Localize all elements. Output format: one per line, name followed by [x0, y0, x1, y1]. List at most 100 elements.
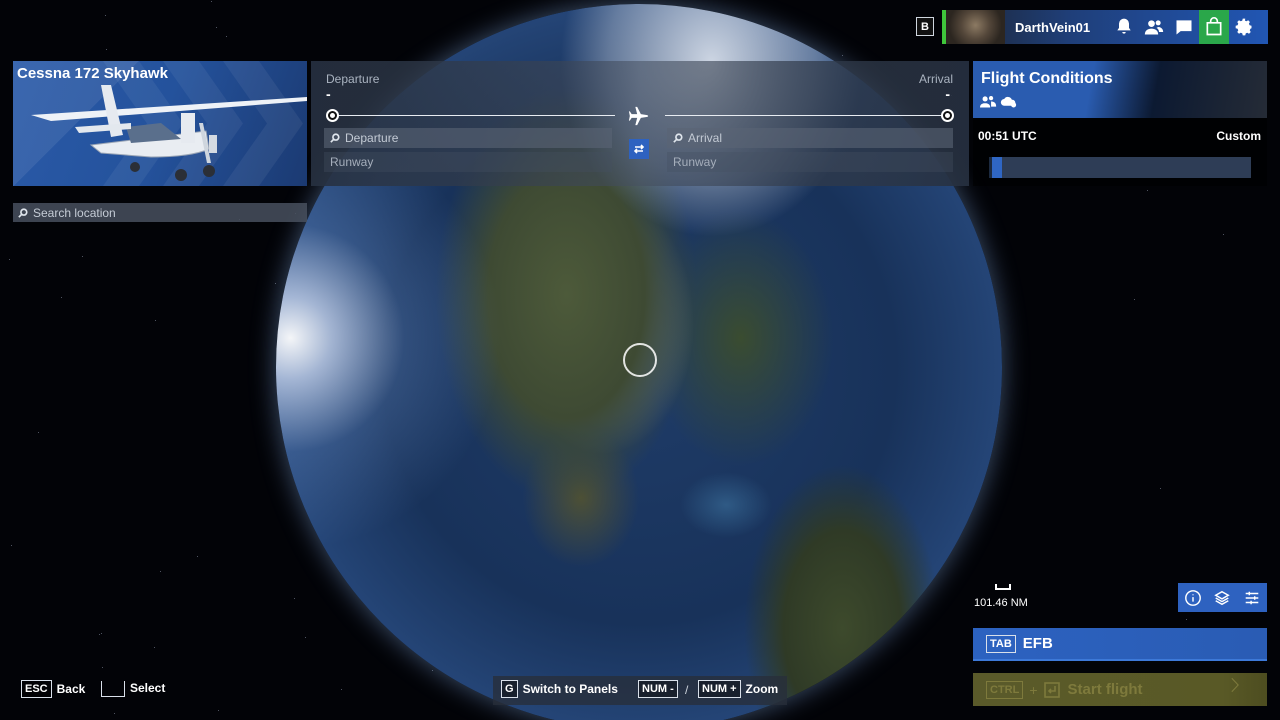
filters-icon[interactable]: [1243, 589, 1261, 607]
back-label: Back: [56, 682, 86, 696]
departure-route-line: [338, 115, 615, 116]
time-slider[interactable]: [989, 157, 1251, 178]
efb-label: EFB: [1022, 635, 1053, 652]
arrival-search-field[interactable]: Arrival: [667, 128, 953, 148]
layers-icon[interactable]: [1213, 589, 1231, 607]
departure-runway-field[interactable]: Runway: [324, 152, 612, 172]
time-slider-fill: [989, 157, 1003, 178]
star: [1160, 488, 1162, 490]
key-combo-plus: +: [1029, 681, 1038, 698]
star: [10, 544, 12, 546]
arrival-code: -: [945, 86, 950, 102]
star: [1186, 619, 1188, 621]
time-of-day-value: 00:51 UTC: [978, 129, 1037, 143]
star: [275, 283, 277, 285]
star: [1134, 299, 1135, 301]
select-label: Select: [130, 681, 166, 695]
map-reticle: [623, 343, 657, 377]
keyboard-enter-icon: [1043, 681, 1060, 698]
star: [1222, 233, 1224, 235]
star: [154, 319, 156, 321]
multiplayer-icon: [980, 95, 997, 108]
star: [841, 55, 843, 57]
b-key-hint: B: [916, 17, 934, 36]
swap-airports-button[interactable]: [629, 139, 649, 159]
departure-runway-placeholder: Runway: [330, 155, 374, 169]
efb-button[interactable]: TAB EFB: [973, 628, 1267, 661]
arrival-marker: [941, 109, 954, 122]
search-location-input[interactable]: Search location: [13, 203, 307, 222]
flight-conditions-title: Flight Conditions: [981, 70, 1113, 87]
star: [432, 669, 434, 671]
search-location-placeholder: Search location: [33, 205, 116, 220]
back-hint[interactable]: ESC Back: [21, 680, 85, 698]
star: [210, 0, 212, 2]
star: [100, 632, 102, 634]
aircraft-selection-card[interactable]: Cessna 172 Skyhawk: [13, 61, 307, 186]
bell-icon[interactable]: [1109, 10, 1139, 44]
search-icon: [18, 207, 28, 218]
spacebar-key-icon: [101, 681, 125, 697]
arrival-runway-placeholder: Runway: [673, 155, 717, 169]
store-icon[interactable]: [1199, 10, 1229, 44]
star: [104, 15, 106, 17]
star: [153, 647, 155, 649]
arrival-heading: Arrival: [918, 72, 953, 86]
swap-icon: [633, 144, 645, 154]
zoom-hint[interactable]: NUM + Zoom: [698, 680, 778, 698]
star: [1147, 190, 1149, 192]
num-plus-key-hint: NUM +: [698, 680, 741, 698]
star: [196, 556, 198, 558]
start-flight-label: Start flight: [1067, 681, 1143, 698]
star: [225, 36, 227, 38]
star: [60, 296, 62, 298]
friends-icon[interactable]: [1139, 10, 1169, 44]
avatar[interactable]: [942, 10, 1005, 44]
star: [101, 666, 103, 668]
info-icon[interactable]: [1184, 589, 1202, 607]
star: [218, 709, 220, 711]
ctrl-key-hint: CTRL: [986, 680, 1024, 699]
search-icon: [330, 133, 340, 143]
switch-panels-hint[interactable]: G Switch to Panels: [501, 680, 618, 698]
start-flight-button[interactable]: CTRL + Start flight: [973, 673, 1267, 706]
star: [37, 432, 39, 434]
star: [98, 634, 100, 636]
star: [160, 571, 162, 573]
weather-cloud-icon: [1000, 96, 1017, 108]
flight-conditions-body: 00:51 UTC Custom: [973, 118, 1267, 186]
arrival-route-line: [665, 115, 943, 116]
key-separator: /: [685, 683, 689, 697]
aircraft-image: [31, 85, 307, 181]
user-bar: DarthVein01: [942, 10, 1268, 44]
flight-conditions-header[interactable]: Flight Conditions: [973, 61, 1267, 118]
departure-search-field[interactable]: Departure: [324, 128, 612, 148]
map-tools: [1178, 583, 1267, 612]
star: [305, 636, 307, 638]
conditions-icons: [980, 94, 1017, 109]
username[interactable]: DarthVein01: [1015, 20, 1109, 35]
star: [114, 713, 116, 715]
arrival-field-placeholder: Arrival: [688, 131, 723, 145]
map-scale-label: 101.46 NM: [974, 597, 1028, 609]
tab-key-hint: TAB: [986, 634, 1016, 653]
airplane-icon: [628, 106, 649, 126]
num-minus-key-hint: NUM -: [638, 680, 678, 698]
g-key-hint: G: [501, 680, 518, 698]
zoom-out-hint[interactable]: NUM -: [638, 680, 683, 698]
esc-key-hint: ESC: [21, 680, 52, 698]
departure-field-placeholder: Departure: [345, 131, 399, 145]
arrival-runway-field[interactable]: Runway: [667, 152, 953, 172]
settings-icon[interactable]: [1229, 10, 1259, 44]
star: [106, 49, 108, 51]
chat-icon[interactable]: [1169, 10, 1199, 44]
star: [341, 688, 343, 690]
departure-code: -: [326, 86, 331, 102]
star: [8, 259, 10, 261]
conditions-mode: Custom: [1216, 129, 1261, 143]
select-hint[interactable]: Select: [101, 680, 166, 697]
star: [294, 597, 296, 599]
aircraft-name: Cessna 172 Skyhawk: [17, 65, 168, 82]
search-icon: [673, 133, 683, 143]
chevron-right-icon: [1231, 677, 1239, 693]
